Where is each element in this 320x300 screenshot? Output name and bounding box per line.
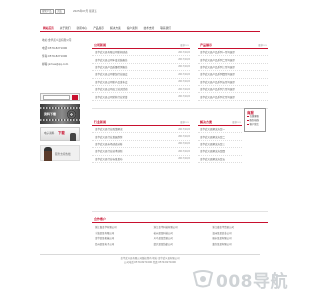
industry-news-header: 行业新闻 更多>>: [92, 119, 190, 126]
contact-fax: 传真:0579-8271000: [42, 55, 68, 58]
watermark-text: 008导航: [216, 271, 288, 292]
list-item[interactable]: 金华武义县产品系列七型号展示: [198, 93, 268, 101]
film-strip-top: [40, 107, 80, 109]
partners-grid: 浙江省金华有限公司 浙江金华科技有限公司 浙江省金华贸易公司 宁波某某有限公司 …: [92, 223, 268, 247]
list-item[interactable]: 金华武义县有限公司新闻动态 2017/10/2: [92, 49, 190, 57]
list-item[interactable]: 金华武义县行业技术创新 2017/10/2: [92, 148, 190, 156]
download-prefix: 电子资料: [44, 132, 55, 135]
watermark: 008导航: [190, 262, 296, 296]
partner-link[interactable]: 绍兴某某纺织公司: [151, 242, 210, 248]
side-search-button[interactable]: [72, 94, 78, 100]
company-news-title: 公司新闻: [94, 43, 107, 47]
solutions-header: 解决方案 更多>>: [198, 119, 242, 126]
nav-cases[interactable]: 客户案例: [127, 26, 138, 30]
list-item[interactable]: 金华武义县解决方案一: [198, 126, 242, 134]
list-item[interactable]: 金华武义县公司新产品发布会 2017/10/2: [92, 79, 190, 86]
industry-news-more-link[interactable]: 更多>>: [180, 120, 190, 124]
film-reel-icon: [67, 110, 76, 119]
product-showcase-header: 产品展示 更多>>: [198, 42, 268, 49]
company-news-panel: 公司新闻 更多>> 金华武义县有限公司新闻动态 2017/10/2 金华武义县公司…: [92, 42, 190, 101]
side-search-box: [40, 93, 80, 101]
nav-about[interactable]: 关于我们: [60, 26, 71, 30]
partners-header: 合作客户: [92, 216, 268, 223]
nav-solutions[interactable]: 解决方案: [110, 26, 121, 30]
support-banner-text: 服务支持热线: [55, 153, 71, 156]
person-silhouette-icon: [70, 133, 76, 141]
product-showcase-panel: 产品展示 更多>> 金华武义县产品系列一型号展示 金华武义县产品系列二型号展示 …: [198, 42, 268, 101]
bullet-icon: [247, 115, 249, 118]
company-news-header: 公司新闻 更多>>: [92, 42, 190, 49]
contact-address: 地址:金华武义县有限公司: [42, 39, 72, 42]
top-bar: 搜索产品 大连 2025年07月 星期五: [40, 6, 260, 16]
date-display: 2025年07月 星期五: [73, 10, 97, 13]
partners-title: 合作客户: [94, 217, 107, 221]
film-banner[interactable]: 资料下载: [40, 104, 80, 124]
bullet-icon: [247, 123, 249, 126]
product-showcase-title: 产品展示: [200, 43, 213, 47]
list-item[interactable]: 金华武义县解决方案四: [198, 148, 242, 156]
side-search-input[interactable]: [43, 94, 70, 100]
support-banner[interactable]: 服务支持热线: [40, 145, 80, 161]
list-item[interactable]: 金华武义县市场动态分析 2017/10/2: [92, 141, 190, 149]
list-item[interactable]: 金华武义县行业发展趋势 2017/10/2: [92, 133, 190, 141]
list-item[interactable]: 金华武义县解决方案三: [198, 141, 242, 149]
nav-home[interactable]: 网站首页: [43, 26, 54, 30]
list-item[interactable]: 金华武义县产品系列一型号展示: [198, 49, 268, 57]
industry-news-title: 行业新闻: [94, 120, 107, 124]
watermark-logo-icon: [190, 268, 216, 290]
list-item[interactable]: 金华武义县公司年度总结报告 2017/10/2: [92, 56, 190, 64]
contact-phone: 电话:0579-8271000: [42, 47, 68, 50]
list-item[interactable]: 金华武义县解决方案二: [198, 133, 242, 141]
list-item[interactable]: 金华武义县行业政策解读 2017/10/2: [92, 126, 190, 134]
nav-contact[interactable]: 联系我们: [160, 26, 171, 30]
main-nav: 网站首页 关于我们 新闻中心 产品展示 解决方案 客户案例 技术支持 联系我们: [40, 25, 260, 32]
list-item[interactable]: 金华武义县产品系列六型号展示: [198, 86, 268, 94]
solutions-panel: 解决方案 更多>> 金华武义县解决方案一 金华武义县解决方案二 金华武义县解决方…: [198, 119, 242, 163]
nav-support[interactable]: 技术支持: [144, 26, 155, 30]
product-showcase-more-link[interactable]: 更多>>: [258, 43, 268, 47]
section-divider: [92, 211, 268, 212]
person-photo: [44, 147, 52, 161]
search-scope-select[interactable]: 大连: [55, 8, 65, 14]
solutions-more-link[interactable]: 更多>>: [232, 120, 242, 124]
bullet-icon: [247, 119, 249, 122]
list-item[interactable]: 金华武义县行业标准发布 2017/10/2: [92, 156, 190, 163]
section-divider: [92, 108, 268, 109]
list-item[interactable]: 金华武义县产品系列四型号展示: [198, 71, 268, 79]
service-box[interactable]: 商报 在线客服 服务热线 客户留言: [244, 108, 266, 132]
contact-email: 邮箱:jinhua@qq.com: [42, 63, 69, 66]
nav-products[interactable]: 产品展示: [93, 26, 104, 30]
contact-info: 地址:金华武义县有限公司 电话:0579-8271000 传真:0579-827…: [40, 37, 82, 69]
list-item[interactable]: 金华武义县产品系列三型号展示: [198, 64, 268, 72]
film-strip-bottom: [40, 119, 80, 121]
download-banner[interactable]: 电子资料 下载: [40, 127, 80, 141]
service-message[interactable]: 客户留言: [245, 123, 265, 127]
download-word: 下载: [58, 131, 65, 135]
partner-link[interactable]: 台州某某电子公司: [92, 242, 151, 248]
solutions-title: 解决方案: [200, 120, 213, 124]
nav-news[interactable]: 新闻中心: [77, 26, 88, 30]
list-item[interactable]: 金华武义县产品系列五型号展示: [198, 79, 268, 86]
list-item[interactable]: 金华武义县公司参加行业展会 2017/10/2: [92, 71, 190, 79]
list-item[interactable]: 金华武义县产品系列二型号展示: [198, 56, 268, 64]
partner-link[interactable]: 嘉兴某某有限公司: [209, 242, 268, 248]
list-item[interactable]: 金华武义县解决方案五: [198, 156, 242, 163]
list-item[interactable]: 金华武义县产品质量检测报告 2017/10/2: [92, 64, 190, 72]
list-item[interactable]: 金华武义县公司员工培训活动 2017/10/2: [92, 86, 190, 94]
film-banner-text: 资料下载: [44, 112, 57, 116]
company-news-more-link[interactable]: 更多>>: [180, 43, 190, 47]
industry-news-panel: 行业新闻 更多>> 金华武义县行业政策解读 2017/10/2 金华武义县行业发展…: [92, 119, 190, 163]
list-item[interactable]: 金华武义县公司荣获行业荣誉 2017/10/2: [92, 93, 190, 101]
partners-panel: 合作客户 浙江省金华有限公司 浙江金华科技有限公司 浙江省金华贸易公司 宁波某某…: [92, 216, 268, 247]
search-input[interactable]: 搜索产品: [40, 8, 54, 14]
